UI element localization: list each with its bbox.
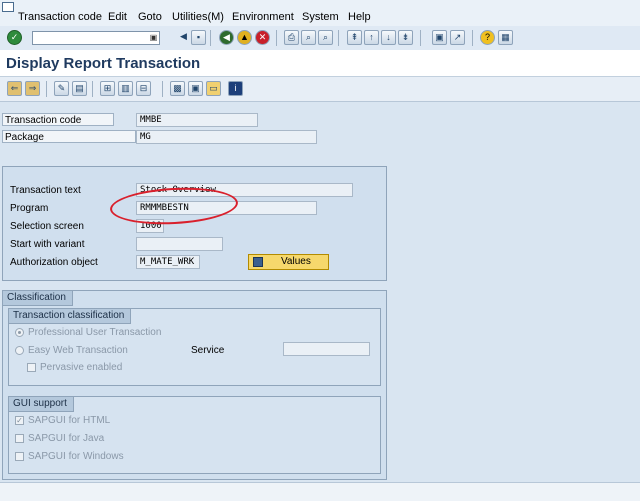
display-change-icon[interactable]: ✎ [54, 81, 69, 96]
menu-edit[interactable]: Edit [108, 11, 127, 23]
easy-web-radio[interactable] [15, 346, 24, 355]
start-with-variant-field[interactable] [136, 237, 223, 251]
system-menu-icon[interactable] [2, 2, 14, 12]
transaction-text-label: Transaction text [10, 185, 81, 196]
sapgui-java-label: SAPGUI for Java [28, 433, 105, 444]
back-icon[interactable]: ◀ [219, 30, 234, 45]
previous-page-icon[interactable]: ↑ [364, 30, 379, 45]
back-arrow-icon[interactable]: ◀ [176, 30, 191, 45]
menu-system[interactable]: System [302, 11, 339, 23]
structure-icon[interactable]: ▩ [170, 81, 185, 96]
easy-web-label: Easy Web Transaction [28, 345, 128, 356]
command-field[interactable] [32, 31, 160, 45]
cancel-icon[interactable]: ✕ [255, 30, 270, 45]
last-page-icon[interactable]: ⇟ [398, 30, 413, 45]
gui-support-title: GUI support [9, 397, 74, 412]
start-with-variant-label: Start with variant [10, 239, 85, 250]
values-button[interactable]: Values [248, 254, 329, 270]
shortcut-icon[interactable]: ↗ [450, 30, 465, 45]
create-session-icon[interactable]: ▣ [432, 30, 447, 45]
help-icon[interactable]: ? [480, 30, 495, 45]
service-label: Service [191, 345, 225, 356]
hierarchy-icon[interactable]: ⊟ [136, 81, 151, 96]
sapgui-windows-label: SAPGUI for Windows [28, 451, 124, 462]
menu-goto[interactable]: Goto [138, 11, 162, 23]
professional-user-label: Professional User Transaction [28, 327, 162, 338]
display-object-list-icon[interactable]: ▥ [118, 81, 133, 96]
menu-transaction-code[interactable]: Transaction code [18, 11, 102, 23]
values-button-label: Values [281, 256, 311, 267]
classification-title: Classification [3, 291, 73, 306]
print-preview-icon[interactable]: ▣ [188, 81, 203, 96]
service-field[interactable] [283, 342, 370, 356]
sapgui-windows-checkbox[interactable] [15, 452, 24, 461]
exit-icon[interactable]: ▲ [237, 30, 252, 45]
enter-icon[interactable]: ✓ [7, 30, 22, 45]
package-field: MG [136, 130, 317, 144]
previous-icon[interactable]: ⇐ [7, 81, 22, 96]
menu-environment[interactable]: Environment [232, 11, 294, 23]
transaction-classification-title: Transaction classification [9, 309, 132, 324]
next-icon[interactable]: ⇒ [25, 81, 40, 96]
sapgui-html-checkbox[interactable]: ✓ [15, 416, 24, 425]
first-page-icon[interactable]: ⇞ [347, 30, 362, 45]
authorization-object-field[interactable]: M_MATE_WRK [136, 255, 200, 269]
menu-utilities[interactable]: Utilities(M) [172, 11, 224, 23]
where-used-icon[interactable]: ⊞ [100, 81, 115, 96]
other-object-icon[interactable]: ▤ [72, 81, 87, 96]
package-label: Package [2, 130, 136, 143]
documentation-icon[interactable]: ▭ [206, 81, 221, 96]
values-table-icon [253, 257, 263, 267]
information-icon[interactable]: i [228, 81, 243, 96]
pervasive-enabled-label: Pervasive enabled [40, 362, 123, 373]
status-bar [0, 482, 640, 501]
find-icon[interactable]: ⌕ [301, 30, 316, 45]
menu-help[interactable]: Help [348, 11, 371, 23]
command-dropdown-icon[interactable]: ▣ [149, 33, 158, 43]
find-next-icon[interactable]: ⌕ [318, 30, 333, 45]
layout-menu-icon[interactable]: ▦ [498, 30, 513, 45]
pervasive-enabled-checkbox[interactable] [27, 363, 36, 372]
selection-screen-label: Selection screen [10, 221, 84, 232]
menu-bar: Transaction code Edit Goto Utilities(M) … [0, 0, 640, 26]
transaction-code-label: Transaction code [2, 113, 114, 126]
print-icon[interactable]: ⎙ [284, 30, 299, 45]
transaction-code-field: MMBE [136, 113, 258, 127]
next-page-icon[interactable]: ↓ [381, 30, 396, 45]
authorization-object-label: Authorization object [10, 257, 98, 268]
professional-user-radio[interactable] [15, 328, 24, 337]
page-title: Display Report Transaction [6, 55, 201, 72]
sapgui-java-checkbox[interactable] [15, 434, 24, 443]
application-toolbar: ⇐ ⇒ ✎ ▤ ⊞ ▥ ⊟ ▩ ▣ ▭ i [0, 77, 640, 102]
save-icon[interactable]: ▪ [191, 30, 206, 45]
sapgui-html-label: SAPGUI for HTML [28, 415, 111, 426]
